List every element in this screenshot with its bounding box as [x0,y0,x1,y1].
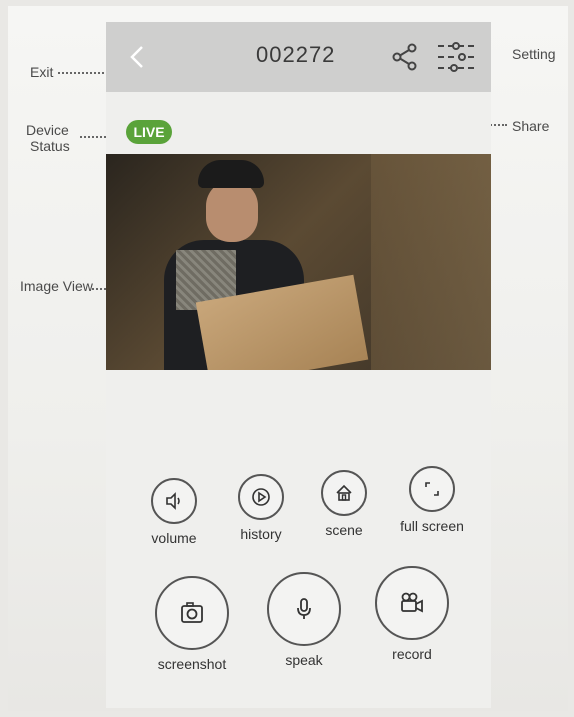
volume-circle [151,478,197,524]
annotation-exit: Exit [30,64,54,80]
volume-button[interactable]: volume [144,478,204,546]
setting-button[interactable] [436,40,476,74]
annotation-device-status-line2: Status [30,138,70,154]
speaker-icon [166,492,180,510]
scene-button[interactable]: scene [314,470,374,538]
share-icon [392,43,417,71]
scene-label: scene [325,522,363,538]
volume-label: volume [151,530,197,546]
house-icon [336,484,352,501]
top-bar: 002272 [106,22,491,92]
sliders-icon [438,42,474,72]
microphone-icon [297,598,311,619]
speak-label: speak [285,652,323,668]
screenshot-button[interactable]: screenshot [146,576,238,672]
history-label: history [240,526,282,542]
chevron-left-icon [130,46,143,68]
record-label: record [392,646,432,662]
record-button[interactable]: record [372,566,452,662]
history-button[interactable]: history [231,474,291,542]
full-screen-circle [409,466,455,512]
annotation-setting: Setting [512,46,556,62]
annotation-image-view: Image View [20,278,93,294]
annotation-device-status-line1: Device [26,122,69,138]
person-face [206,180,258,242]
app-screen: 002272 LIVE volume history scene full sc… [106,22,491,708]
control-panel: volume history scene full screen screens… [106,462,491,702]
record-circle [375,566,449,640]
camera-image-view[interactable] [106,154,491,370]
annotation-share: Share [512,118,550,134]
device-id-title: 002272 [256,42,336,67]
history-circle [238,474,284,520]
background-wall [371,154,491,370]
live-status-badge: LIVE [126,120,172,144]
camera-icon [181,602,203,623]
screenshot-circle [155,576,229,650]
back-button[interactable] [124,44,150,70]
full-screen-button[interactable]: full screen [392,466,472,534]
expand-icon [425,482,439,496]
share-button[interactable] [390,42,420,72]
speak-circle [267,572,341,646]
scene-circle [321,470,367,516]
full-screen-label: full screen [400,518,464,534]
screenshot-label: screenshot [157,656,227,672]
speak-button[interactable]: speak [264,572,344,668]
person-helmet [198,160,264,188]
play-icon [252,488,270,506]
video-camera-icon [401,592,423,613]
annotation-image-view-line [92,288,106,290]
